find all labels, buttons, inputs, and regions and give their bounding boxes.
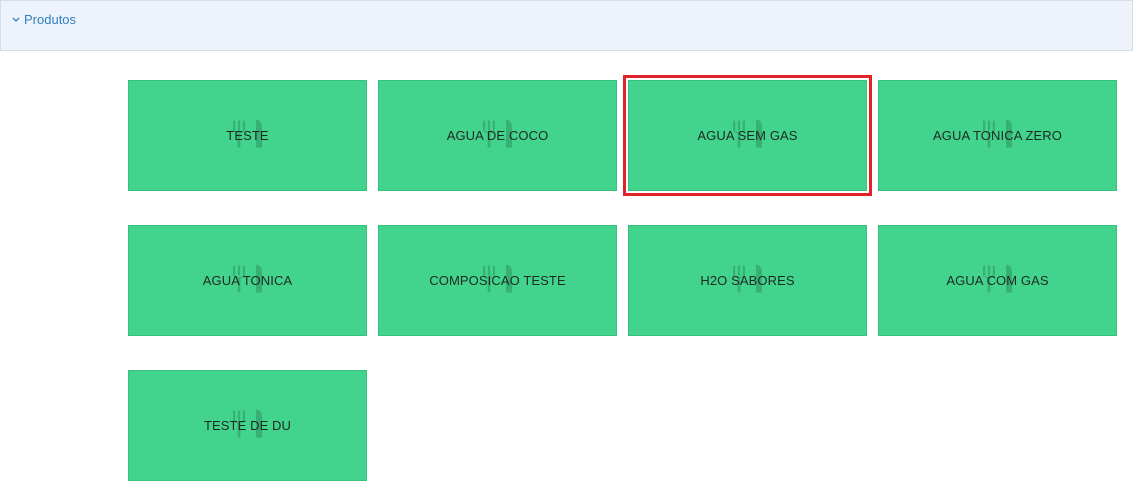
product-label: AGUA TONICA (202, 273, 293, 288)
product-label: COMPOSICAO TESTE (429, 273, 566, 288)
product-tile[interactable]: AGUA TONICA (128, 225, 367, 336)
section-title: Produtos (24, 12, 77, 27)
product-tile[interactable]: COMPOSICAO TESTE (378, 225, 617, 336)
product-label: TESTE (226, 128, 269, 143)
chevron-down-icon (11, 14, 21, 26)
product-tile[interactable]: AGUA SEM GAS (623, 75, 872, 196)
products-section-toggle[interactable]: Produtos (11, 12, 76, 27)
product-tile[interactable]: TESTE (128, 80, 367, 191)
product-tile[interactable]: AGUA COM GAS (878, 225, 1117, 336)
product-grid: TESTE AGUA DE COCO AGUA SEM GAS AGUA TON… (128, 75, 1117, 481)
product-label: H2O SABORES (700, 273, 795, 288)
product-tile[interactable]: AGUA DE COCO (378, 80, 617, 191)
product-tile[interactable]: AGUA TONICA ZERO (878, 80, 1117, 191)
product-tile[interactable]: H2O SABORES (628, 225, 867, 336)
product-label: AGUA COM GAS (946, 273, 1049, 288)
products-panel-header: Produtos (0, 0, 1133, 51)
product-tile[interactable]: TESTE DE DU (128, 370, 367, 481)
product-label: AGUA SEM GAS (697, 128, 798, 143)
product-label: AGUA TONICA ZERO (933, 128, 1062, 143)
product-label: TESTE DE DU (203, 418, 292, 433)
product-label: AGUA DE COCO (446, 128, 549, 143)
